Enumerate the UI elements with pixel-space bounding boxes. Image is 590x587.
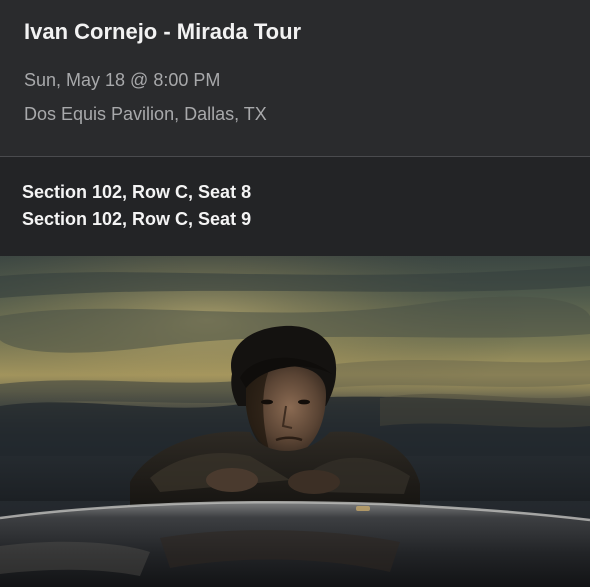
event-header: Ivan Cornejo - Mirada Tour Sun, May 18 @… xyxy=(0,0,590,157)
artist-photo xyxy=(0,256,590,587)
seat-list: Section 102, Row C, Seat 8 Section 102, … xyxy=(0,157,590,256)
ticket-card: Ivan Cornejo - Mirada Tour Sun, May 18 @… xyxy=(0,0,590,587)
event-venue: Dos Equis Pavilion, Dallas, TX xyxy=(24,104,267,124)
seat-item: Section 102, Row C, Seat 9 xyxy=(22,209,252,229)
event-datetime: Sun, May 18 @ 8:00 PM xyxy=(24,70,221,90)
artist-photo-image xyxy=(0,256,590,587)
event-title: Ivan Cornejo - Mirada Tour xyxy=(24,19,302,44)
seat-item: Section 102, Row C, Seat 8 xyxy=(22,182,252,202)
